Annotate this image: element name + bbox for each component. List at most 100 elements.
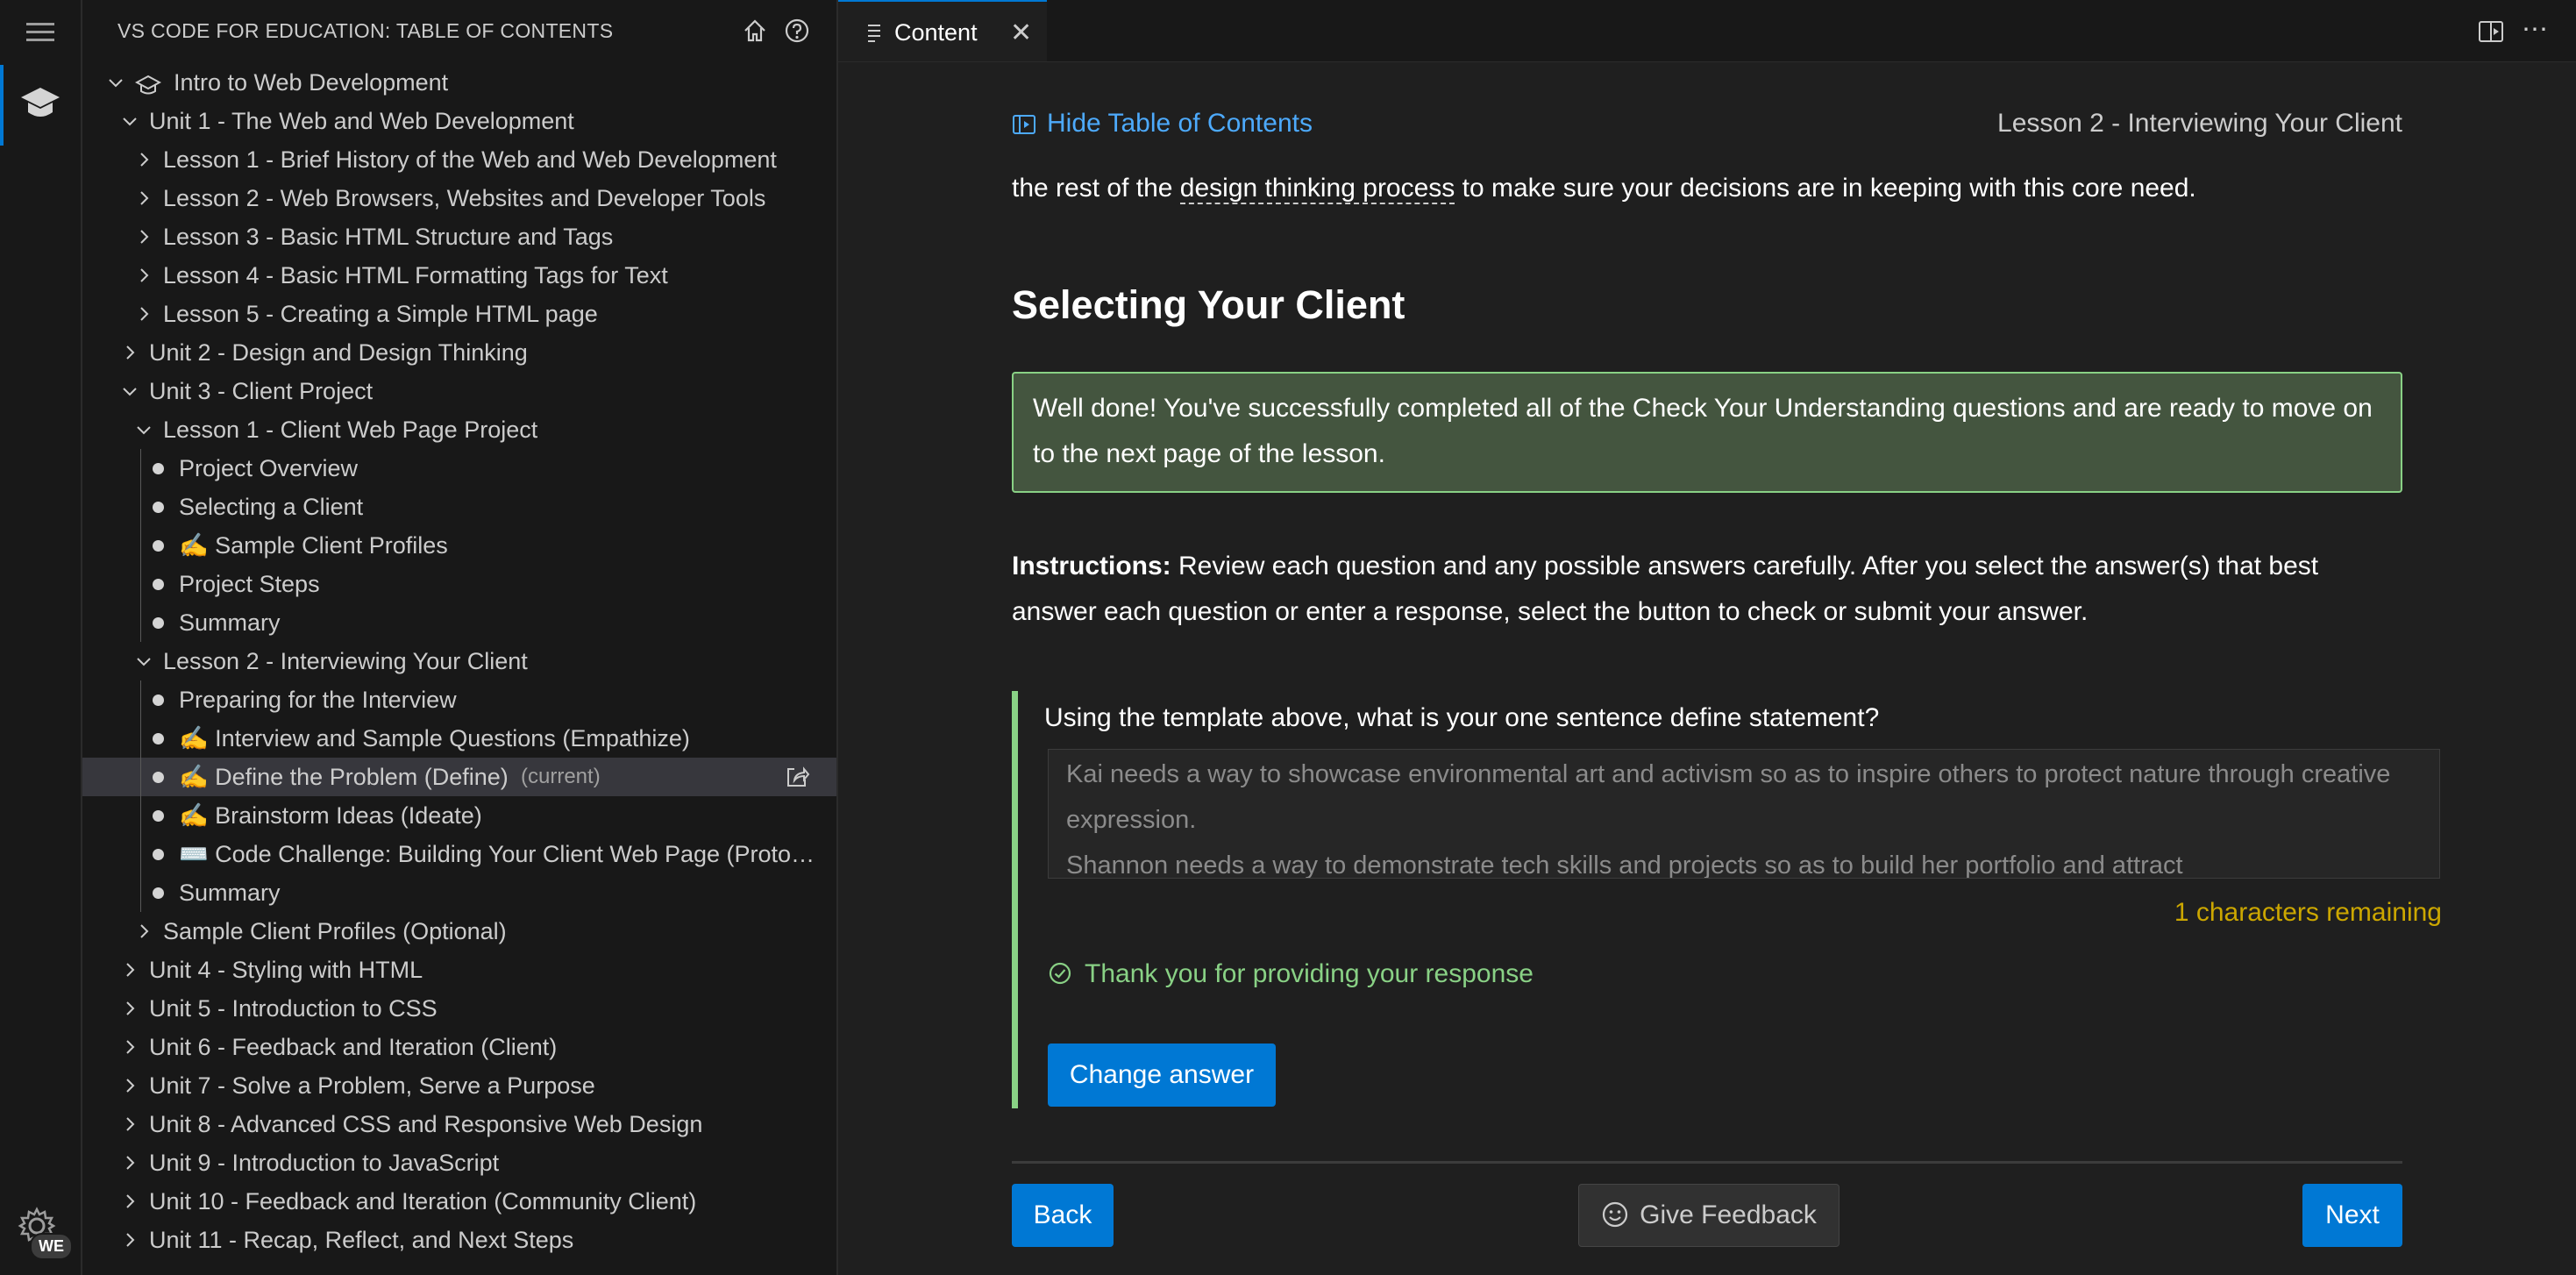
chevron-right-icon[interactable]	[133, 140, 154, 179]
toc-item-label: Lesson 1 - Client Web Page Project	[163, 417, 538, 443]
close-icon[interactable]: ✕	[1010, 18, 1032, 48]
chevron-down-icon[interactable]	[133, 642, 154, 680]
chevron-right-icon[interactable]	[119, 1221, 140, 1259]
home-icon[interactable]	[742, 18, 768, 48]
chevron-right-icon[interactable]	[119, 333, 140, 372]
chevron-right-icon[interactable]	[119, 1143, 140, 1182]
preview-split-icon[interactable]	[2478, 19, 2504, 48]
next-button[interactable]: Next	[2302, 1184, 2402, 1247]
toc-item[interactable]: Unit 8 - Advanced CSS and Responsive Web…	[82, 1105, 836, 1143]
bullet-icon	[153, 540, 164, 552]
toc-item-label: Preparing for the Interview	[179, 687, 457, 713]
chevron-down-icon[interactable]	[119, 102, 140, 140]
back-button[interactable]: Back	[1012, 1184, 1114, 1247]
toc-item[interactable]: Lesson 5 - Creating a Simple HTML page	[82, 295, 836, 333]
toc-item[interactable]: Unit 4 - Styling with HTML	[82, 951, 836, 989]
chevron-right-icon[interactable]	[119, 1066, 140, 1105]
answer-textarea[interactable]: Kai needs a way to showcase environmenta…	[1048, 749, 2440, 879]
toc-item[interactable]: Unit 10 - Feedback and Iteration (Commun…	[82, 1182, 836, 1221]
toc-item-label: Lesson 5 - Creating a Simple HTML page	[163, 301, 598, 327]
toc-item-label: Intro to Web Development	[174, 69, 449, 96]
toc-item[interactable]: ✍️ Define the Problem (Define) (current)	[82, 758, 836, 796]
design-thinking-link[interactable]: design thinking process	[1179, 174, 1455, 204]
toc-item[interactable]: Unit 7 - Solve a Problem, Serve a Purpos…	[82, 1066, 836, 1105]
chevron-down-icon[interactable]	[133, 410, 154, 449]
chevron-right-icon[interactable]	[119, 1028, 140, 1066]
toc-item[interactable]: Sample Client Profiles (Optional)	[82, 912, 836, 951]
toc-item[interactable]: Lesson 2 - Interviewing Your Client	[82, 642, 836, 680]
chevron-right-icon[interactable]	[133, 912, 154, 951]
chevron-right-icon[interactable]	[133, 179, 154, 217]
question-block: Using the template above, what is your o…	[1012, 691, 2442, 1108]
toc-item[interactable]: Unit 3 - Client Project	[82, 372, 836, 410]
menu-icon[interactable]	[26, 23, 54, 46]
toc-item-label: Unit 9 - Introduction to JavaScript	[149, 1150, 500, 1176]
intro-text-after: to make sure your decisions are in keepi…	[1455, 174, 2196, 203]
toc-item[interactable]: ✍️ Brainstorm Ideas (Ideate)	[82, 796, 836, 835]
bullet-icon	[153, 694, 164, 706]
section-heading: Selecting Your Client	[1012, 282, 1405, 327]
bullet-icon	[153, 849, 164, 860]
chevron-right-icon[interactable]	[119, 951, 140, 989]
bullet-icon	[153, 772, 164, 783]
toc-item[interactable]: ✍️ Interview and Sample Questions (Empat…	[82, 719, 836, 758]
chevron-down-icon[interactable]	[105, 63, 126, 102]
toc-item[interactable]: Lesson 1 - Client Web Page Project	[82, 410, 836, 449]
toc-item[interactable]: Unit 11 - Recap, Reflect, and Next Steps	[82, 1221, 836, 1259]
toc-item[interactable]: Summary	[82, 873, 836, 912]
smiley-icon	[1603, 1201, 1628, 1228]
education-icon[interactable]	[0, 65, 81, 146]
bullet-icon	[153, 733, 164, 744]
more-actions-icon[interactable]: ⋯	[2522, 14, 2549, 45]
toc-item-label: Summary	[179, 880, 281, 906]
tab-label: Content	[894, 19, 978, 46]
table-of-contents-sidebar: VS CODE FOR EDUCATION: TABLE OF CONTENTS…	[82, 0, 838, 1275]
toc-item-label: Lesson 2 - Interviewing Your Client	[163, 648, 528, 674]
hide-toc-label: Hide Table of Contents	[1047, 109, 1313, 138]
intro-paragraph: the rest of the design thinking process …	[1012, 174, 2196, 204]
help-icon[interactable]	[784, 18, 810, 48]
question-text: Using the template above, what is your o…	[1044, 703, 1880, 732]
chevron-right-icon[interactable]	[119, 1105, 140, 1143]
give-feedback-button[interactable]: Give Feedback	[1578, 1184, 1839, 1247]
toc-item[interactable]: ✍️ Sample Client Profiles	[82, 526, 836, 565]
toc-item[interactable]: Lesson 1 - Brief History of the Web and …	[82, 140, 836, 179]
account-badge[interactable]: WE	[30, 1233, 73, 1260]
toc-item-label: Summary	[179, 609, 281, 636]
intro-text-before: the rest of the	[1012, 174, 1180, 203]
chevron-right-icon[interactable]	[133, 217, 154, 256]
toc-item[interactable]: Lesson 4 - Basic HTML Formatting Tags fo…	[82, 256, 836, 295]
toc-item[interactable]: Lesson 3 - Basic HTML Structure and Tags	[82, 217, 836, 256]
chevron-right-icon[interactable]	[133, 295, 154, 333]
chevron-right-icon[interactable]	[133, 256, 154, 295]
toc-item[interactable]: Project Overview	[82, 449, 836, 488]
toc-item[interactable]: Summary	[82, 603, 836, 642]
toc-item[interactable]: Unit 6 - Feedback and Iteration (Client)	[82, 1028, 836, 1066]
toc-item-label: Unit 4 - Styling with HTML	[149, 957, 423, 983]
document-icon	[865, 23, 884, 46]
toc-item[interactable]: Project Steps	[82, 565, 836, 603]
toc-item-label: Lesson 2 - Web Browsers, Websites and De…	[163, 185, 766, 211]
toc-item-label: Unit 5 - Introduction to CSS	[149, 995, 438, 1022]
chevron-right-icon[interactable]	[119, 989, 140, 1028]
toc-item[interactable]: ⌨️ Code Challenge: Building Your Client …	[82, 835, 836, 873]
toc-item[interactable]: Unit 2 - Design and Design Thinking	[82, 333, 836, 372]
chevron-right-icon[interactable]	[119, 1182, 140, 1221]
bullet-icon	[153, 887, 164, 899]
toc-item[interactable]: Selecting a Client	[82, 488, 836, 526]
toc-item[interactable]: Preparing for the Interview	[82, 680, 836, 719]
current-marker: (current)	[521, 765, 601, 788]
toc-item[interactable]: Lesson 2 - Web Browsers, Websites and De…	[82, 179, 836, 217]
toc-item[interactable]: Unit 5 - Introduction to CSS	[82, 989, 836, 1028]
toc-item[interactable]: Unit 1 - The Web and Web Development	[82, 102, 836, 140]
tab-content[interactable]: Content ✕	[838, 0, 1047, 61]
toc-item-label: Lesson 1 - Brief History of the Web and …	[163, 146, 777, 173]
hide-toc-link[interactable]: Hide Table of Contents	[1012, 109, 1313, 139]
toc-item[interactable]: Intro to Web Development	[82, 63, 836, 102]
toc-item[interactable]: Unit 9 - Introduction to JavaScript	[82, 1143, 836, 1182]
chevron-down-icon[interactable]	[119, 372, 140, 410]
toc-item-label: Unit 11 - Recap, Reflect, and Next Steps	[149, 1227, 574, 1253]
toc-item-label: Sample Client Profiles (Optional)	[163, 918, 507, 944]
change-answer-button[interactable]: Change answer	[1048, 1044, 1276, 1107]
toc-item-label: ✍️ Interview and Sample Questions (Empat…	[179, 725, 690, 751]
